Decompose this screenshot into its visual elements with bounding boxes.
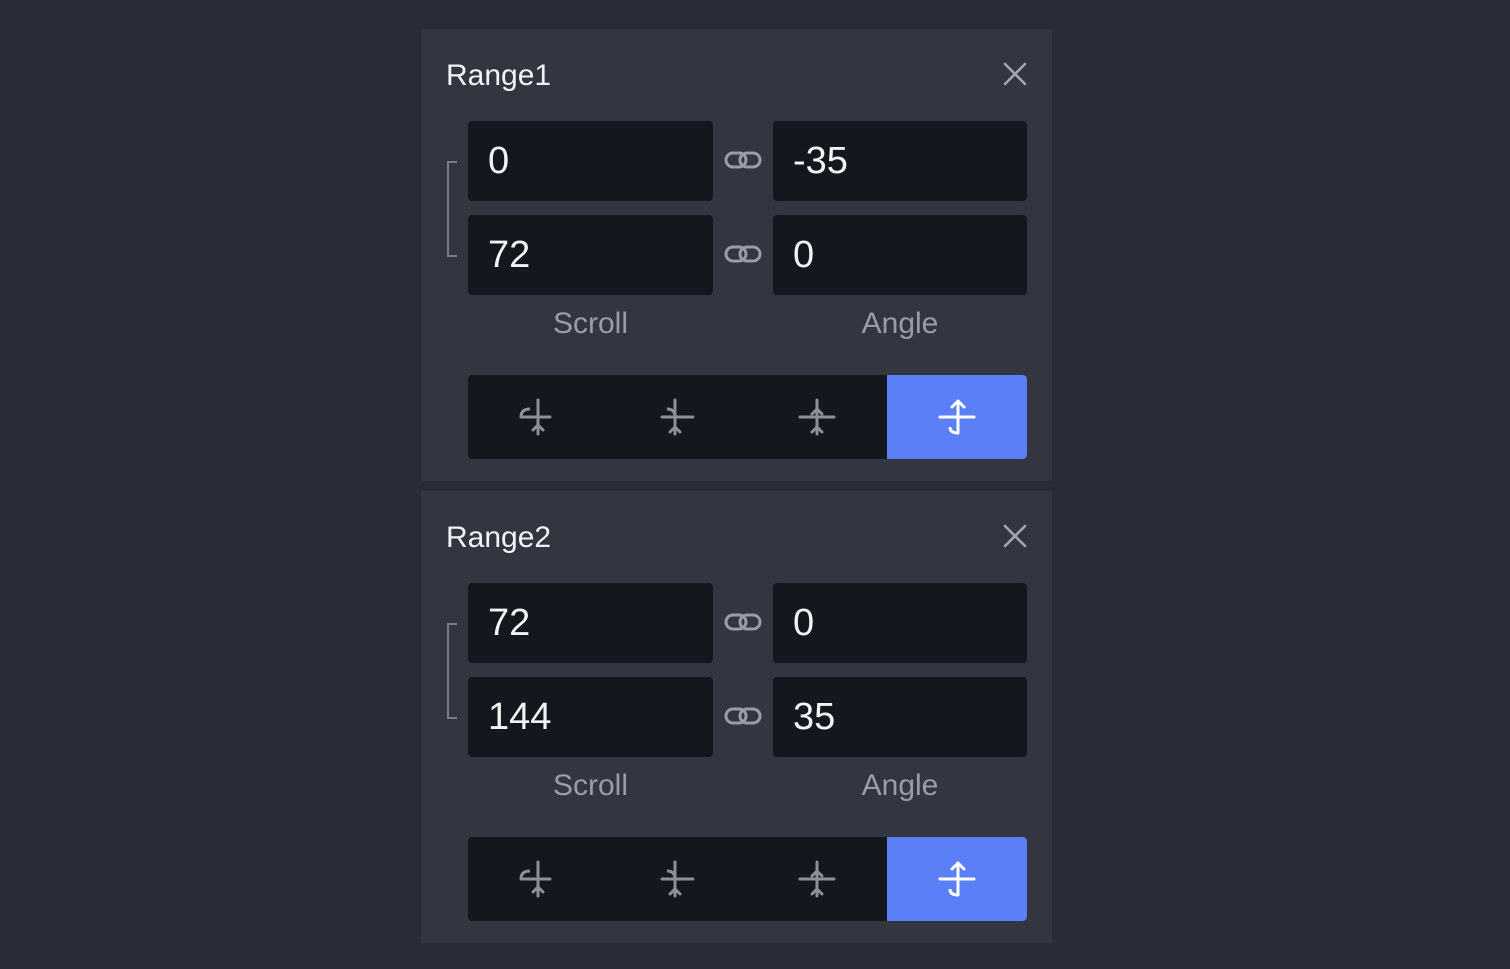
angle-start-input[interactable]: -35 [773,121,1027,201]
mode-1-icon [519,398,551,436]
mode-3-button[interactable] [746,375,887,459]
mode-3-button[interactable] [746,837,887,921]
link-bracket [447,623,457,719]
mode-4-button[interactable] [887,837,1027,921]
close-icon[interactable] [1002,523,1028,549]
link-bracket [447,161,457,257]
angle-end-input[interactable]: 0 [773,215,1027,295]
mode-1-icon [519,860,551,898]
mode-1-button[interactable] [468,837,607,921]
mode-2-icon [660,398,694,436]
link-icon[interactable] [724,612,762,632]
mode-4-button[interactable] [887,375,1027,459]
scroll-start-input[interactable]: 0 [468,121,713,201]
range-title: Range2 [446,521,552,554]
scroll-start-input[interactable]: 72 [468,583,713,663]
range-panel-1: Range1 0 -35 72 0 Scroll Angle [421,29,1052,481]
mode-2-button[interactable] [607,375,746,459]
mode-4-icon [938,861,976,897]
mode-2-icon [660,860,694,898]
close-icon[interactable] [1002,61,1028,87]
mode-selector [468,375,1027,459]
angle-end-input[interactable]: 35 [773,677,1027,757]
link-icon[interactable] [724,150,762,170]
angle-label: Angle [861,307,939,340]
range-title: Range1 [446,59,552,92]
mode-1-button[interactable] [468,375,607,459]
scroll-end-input[interactable]: 72 [468,215,713,295]
mode-3-icon [798,860,835,898]
mode-2-button[interactable] [607,837,746,921]
scroll-label: Scroll [552,769,628,802]
link-icon[interactable] [724,244,762,264]
range-panel-2: Range2 72 0 144 35 Scroll Angle [421,491,1052,943]
scroll-end-input[interactable]: 144 [468,677,713,757]
angle-label: Angle [861,769,939,802]
mode-3-icon [798,398,835,436]
angle-start-input[interactable]: 0 [773,583,1027,663]
mode-selector [468,837,1027,921]
link-icon[interactable] [724,706,762,726]
mode-4-icon [938,399,976,435]
scroll-label: Scroll [552,307,628,340]
